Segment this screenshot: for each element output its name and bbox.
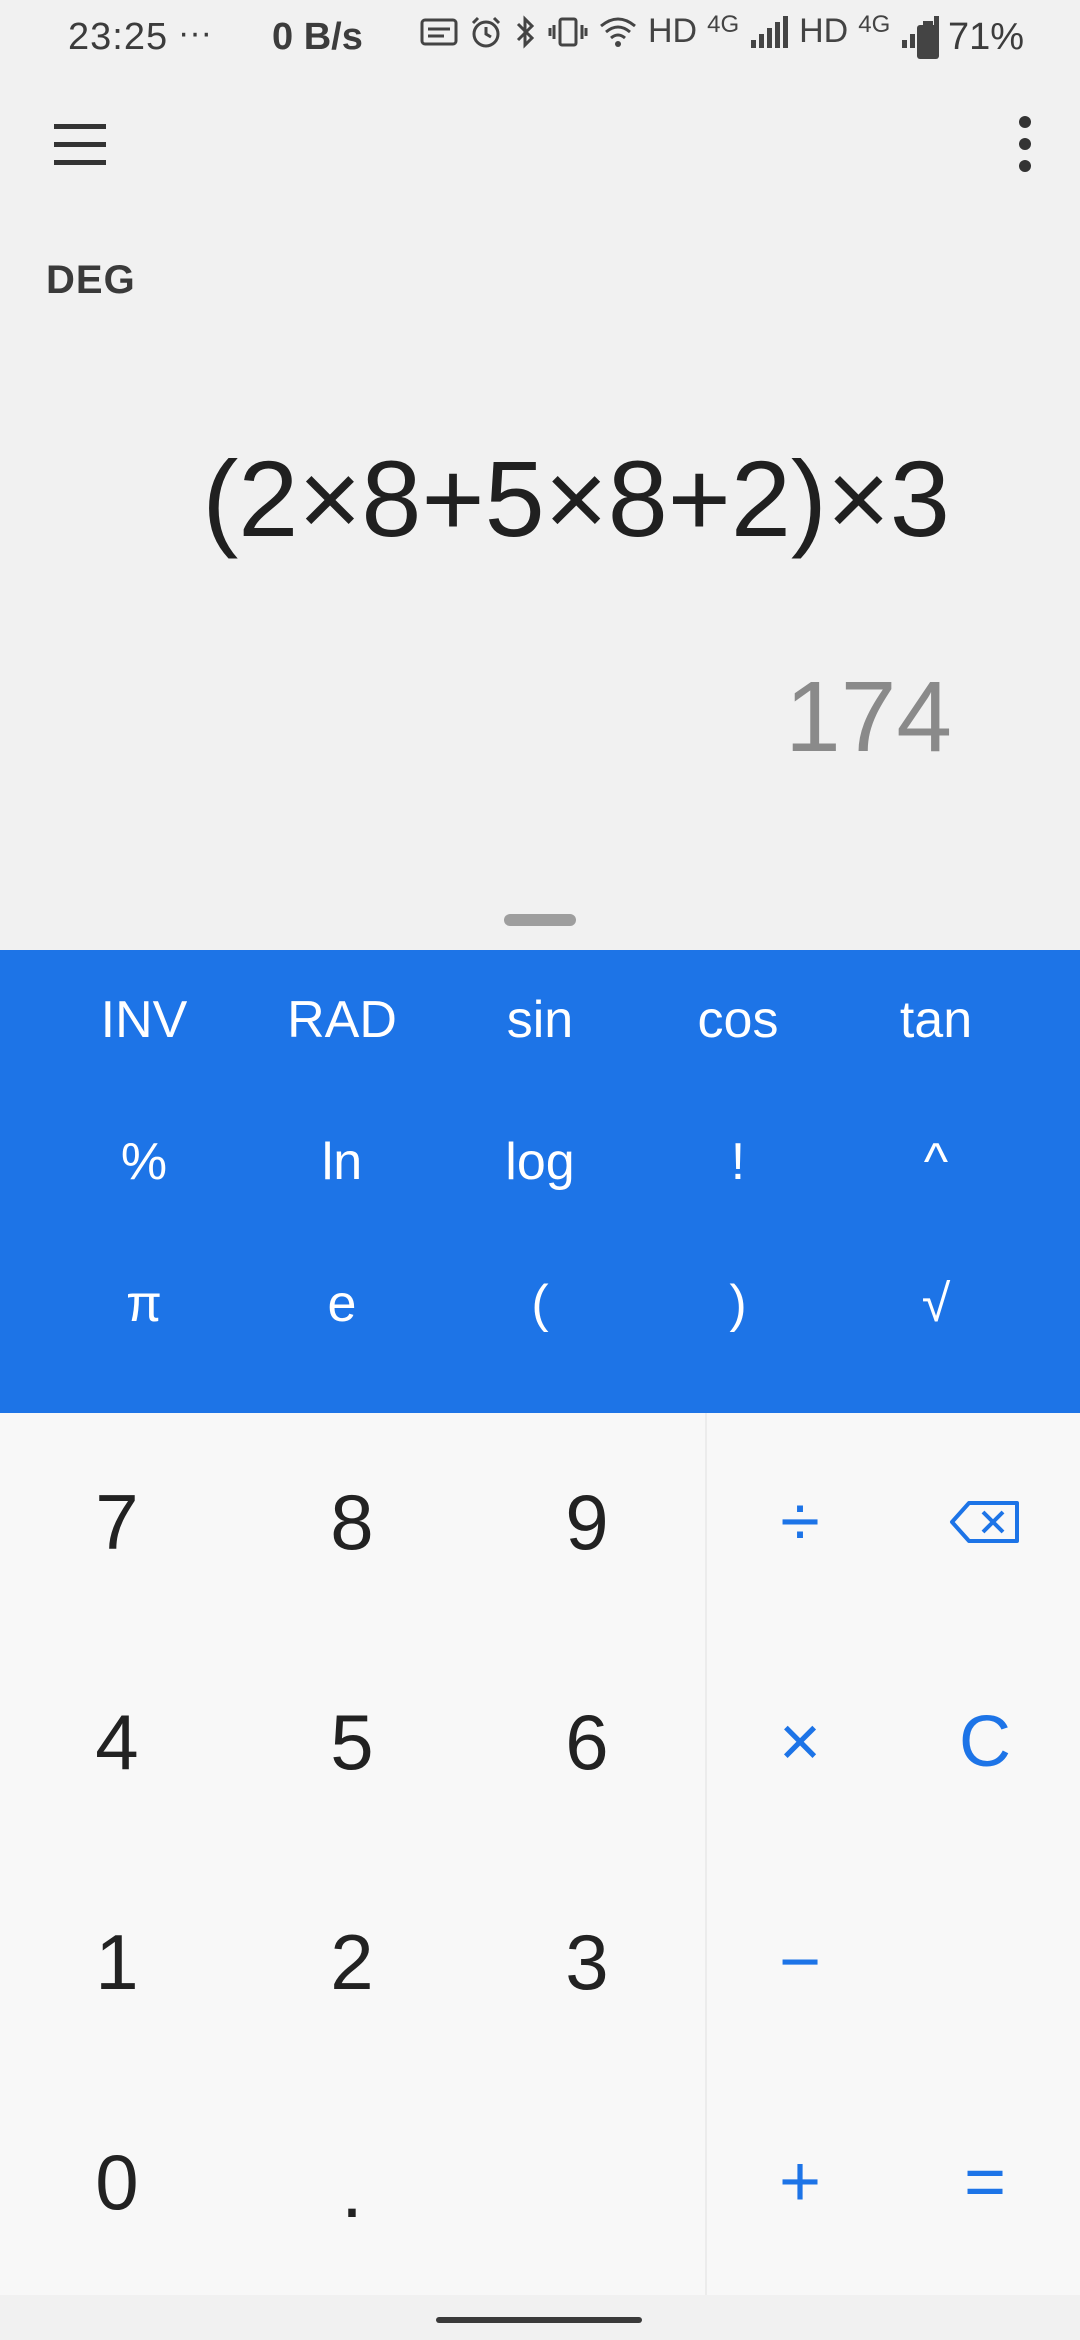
e-key[interactable]: e: [243, 1234, 441, 1374]
drag-handle[interactable]: [504, 914, 576, 926]
home-gesture-handle[interactable]: [436, 2317, 642, 2323]
backspace-icon: [950, 1501, 1019, 1543]
tan-key[interactable]: tan: [837, 950, 1035, 1090]
close-paren-key[interactable]: ): [639, 1234, 837, 1374]
decimal-point-key[interactable]: .: [252, 2110, 452, 2270]
percent-key[interactable]: %: [45, 1092, 243, 1232]
factorial-key[interactable]: !: [639, 1092, 837, 1232]
cos-key[interactable]: cos: [639, 950, 837, 1090]
digit-1-key[interactable]: 1: [17, 1882, 217, 2042]
digit-6-key[interactable]: 6: [487, 1662, 687, 1822]
wifi-icon: [600, 17, 636, 47]
bluetooth-icon: [516, 14, 535, 49]
digit-9-key[interactable]: 9: [487, 1442, 687, 1602]
backspace-key[interactable]: [895, 1442, 1075, 1602]
advanced-panel: INV RAD sin cos tan % ln log ! ^ π e ( )…: [0, 950, 1080, 1413]
status-net-speed: 0 B/s: [272, 16, 363, 58]
equals-key[interactable]: =: [895, 2102, 1075, 2262]
alarm-icon: [471, 16, 501, 47]
ln-key[interactable]: ln: [243, 1092, 441, 1232]
digit-7-key[interactable]: 7: [17, 1442, 217, 1602]
minus-key[interactable]: −: [710, 1882, 890, 2042]
sqrt-key[interactable]: √: [837, 1234, 1035, 1374]
angle-mode-label: DEG: [46, 258, 136, 302]
calculator-app: 23:25 ··· 0 B/s HD 4G HD 4G 71% DEG (2×8…: [0, 0, 1080, 2340]
clear-key[interactable]: C: [895, 1662, 1075, 1822]
more-vert-icon: [1019, 116, 1031, 172]
hd-label: HD: [648, 12, 698, 50]
digit-8-key[interactable]: 8: [252, 1442, 452, 1602]
operator-divider: [705, 1413, 707, 2295]
more-options-button[interactable]: [1010, 112, 1040, 176]
digit-4-key[interactable]: 4: [17, 1662, 217, 1822]
signal-sim1-icon: [751, 15, 789, 48]
inv-key[interactable]: INV: [45, 950, 243, 1090]
multiply-key[interactable]: ×: [710, 1662, 890, 1822]
expression-display[interactable]: (2×8+5×8+2)×3: [202, 436, 950, 561]
status-time: 23:25: [68, 16, 169, 58]
digit-2-key[interactable]: 2: [252, 1882, 452, 2042]
network-type-label-2: 4G: [858, 10, 891, 38]
status-more-dots: ···: [178, 14, 212, 52]
status-icons: HD 4G HD 4G: [420, 10, 940, 51]
status-bar: 23:25 ··· 0 B/s HD 4G HD 4G 71%: [0, 0, 1080, 78]
log-key[interactable]: log: [441, 1092, 639, 1232]
vibrate-icon: [548, 17, 588, 46]
hd-label-2: HD: [799, 12, 849, 50]
open-paren-key[interactable]: (: [441, 1234, 639, 1374]
menu-button[interactable]: [52, 120, 108, 172]
network-type-label: 4G: [707, 10, 740, 38]
sin-key[interactable]: sin: [441, 950, 639, 1090]
digit-0-key[interactable]: 0: [17, 2102, 217, 2262]
digit-3-key[interactable]: 3: [487, 1882, 687, 2042]
plus-key[interactable]: +: [710, 2102, 890, 2262]
rad-key[interactable]: RAD: [243, 950, 441, 1090]
battery-percent: 71%: [947, 16, 1024, 58]
result-display[interactable]: 174: [785, 660, 952, 775]
digit-5-key[interactable]: 5: [252, 1662, 452, 1822]
battery-icon: [917, 21, 939, 59]
divide-key[interactable]: ÷: [710, 1442, 890, 1602]
refresh-rate-icon: [420, 18, 458, 45]
power-key[interactable]: ^: [837, 1092, 1035, 1232]
pi-key[interactable]: π: [45, 1234, 243, 1374]
menu-icon: [54, 124, 106, 165]
